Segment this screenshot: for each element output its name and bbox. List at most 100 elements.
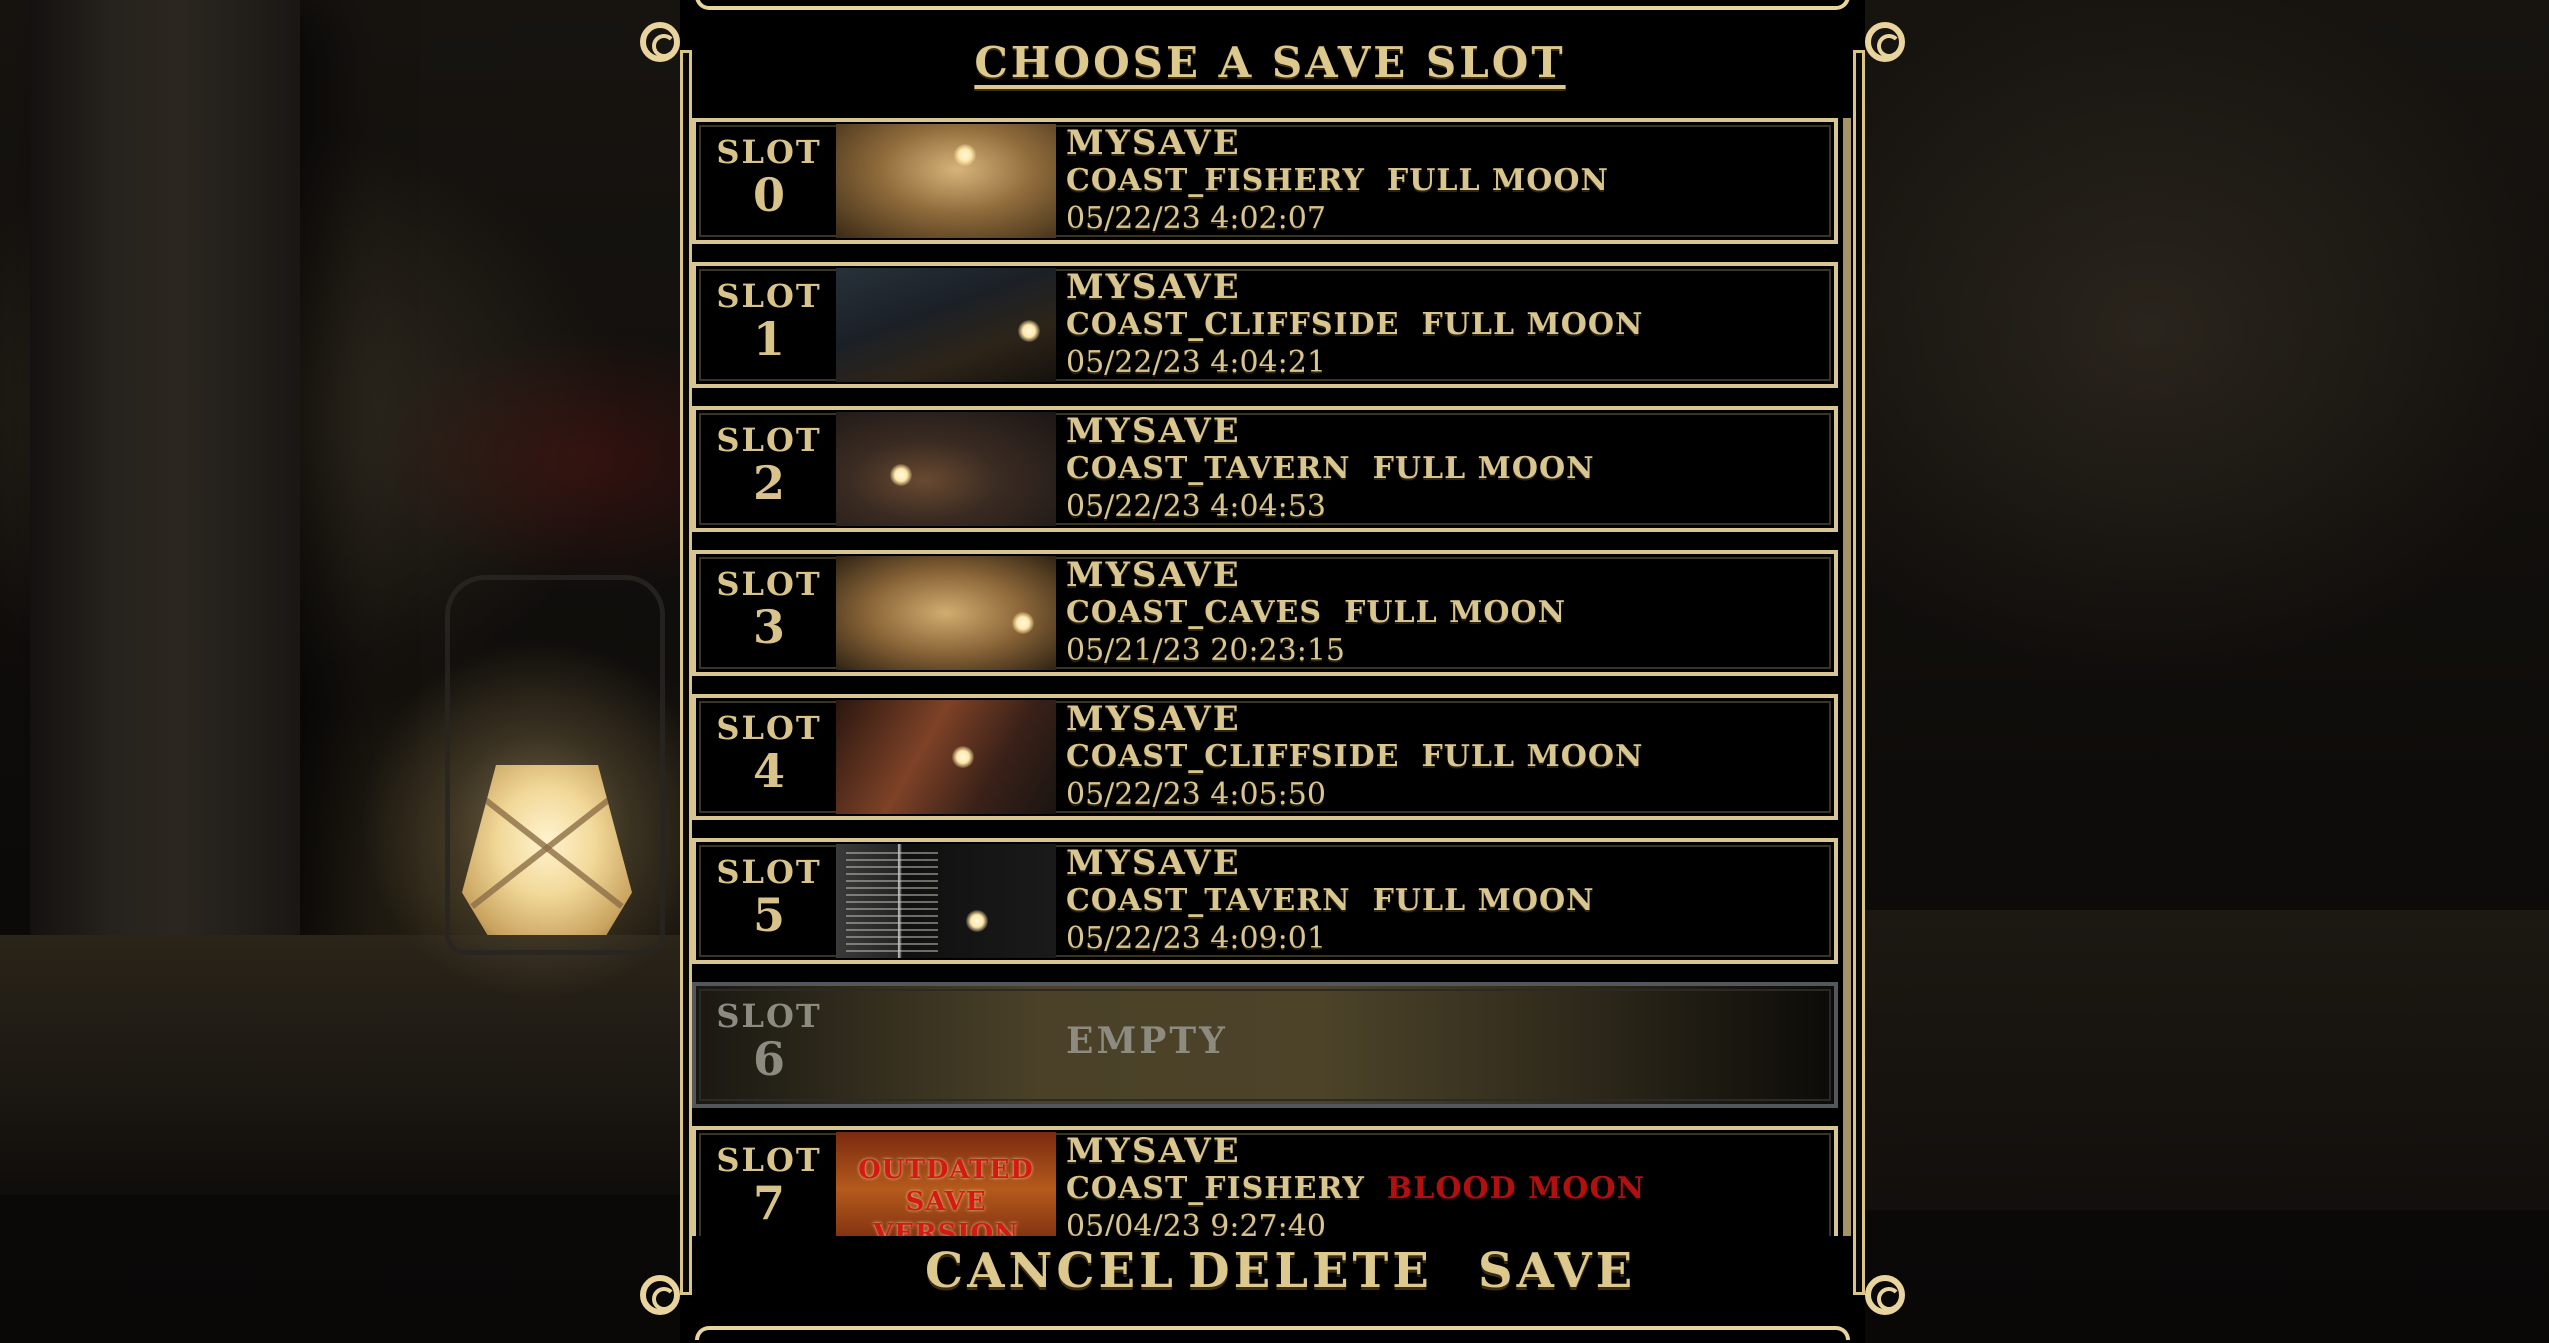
outdated-save-label: OUTDATED SAVE VERSION: [858, 1155, 1034, 1236]
moon-phase: FULL MOON: [1372, 883, 1595, 918]
panel-left-border: [680, 50, 692, 1295]
save-slot-3[interactable]: SLOT 3 MYSAVE COAST_CAVES FULL MOON 05/21…: [692, 550, 1838, 676]
wooden-shelf: [1850, 910, 2549, 1210]
moon-phase: BLOOD MOON: [1386, 1171, 1645, 1206]
slot-label: SLOT 3: [710, 566, 828, 652]
slot-number: 0: [752, 168, 785, 222]
moon-phase: FULL MOON: [1386, 163, 1609, 198]
save-info: MYSAVE COAST_CLIFFSIDE FULL MOON 05/22/23…: [1066, 700, 1806, 814]
save-thumbnail: [836, 268, 1056, 382]
slot-word: SLOT: [716, 277, 822, 315]
panel-top-rail: [695, 0, 1850, 10]
save-location: COAST_FISHERY: [1066, 163, 1365, 198]
save-info: MYSAVE COAST_FISHERY FULL MOON 05/22/23 4…: [1066, 124, 1806, 238]
lamp-light-icon: [952, 746, 974, 768]
moon-phase: FULL MOON: [1344, 595, 1567, 630]
moon-phase: FULL MOON: [1421, 739, 1644, 774]
lamp-light-icon: [1012, 612, 1034, 634]
save-info: MYSAVE COAST_FISHERY BLOOD MOON 05/04/23 …: [1066, 1132, 1806, 1236]
slot-number: 2: [752, 456, 785, 510]
wooden-beam: [30, 0, 300, 960]
save-slot-panel: CHOOSE A SAVE SLOT SLOT 0 MYSAVE COAST_F…: [640, 0, 1905, 1343]
save-slot-2[interactable]: SLOT 2 MYSAVE COAST_TAVERN FULL MOON 05/2…: [692, 406, 1838, 532]
slot-label: SLOT 0: [710, 134, 828, 220]
save-thumbnail: OUTDATED SAVE VERSION: [836, 1132, 1056, 1236]
save-name: MYSAVE: [1066, 267, 1241, 307]
save-location: COAST_CLIFFSIDE: [1066, 739, 1400, 774]
slot-number: 5: [752, 888, 785, 942]
save-name: MYSAVE: [1066, 843, 1241, 883]
save-date: 05/22/23 4:04:21: [1066, 345, 1326, 380]
lamp-light-icon: [1018, 320, 1040, 342]
save-info: MYSAVE COAST_CLIFFSIDE FULL MOON 05/22/23…: [1066, 268, 1806, 382]
save-button[interactable]: SAVE: [1478, 1243, 1636, 1299]
save-thumbnail: [836, 844, 1056, 958]
save-slot-1[interactable]: SLOT 1 MYSAVE COAST_CLIFFSIDE FULL MOON 0…: [692, 262, 1838, 388]
save-thumbnail: [836, 412, 1056, 526]
slot-word: SLOT: [716, 853, 822, 891]
save-info: MYSAVE COAST_TAVERN FULL MOON 05/22/23 4:…: [1066, 412, 1806, 526]
page-title: CHOOSE A SAVE SLOT: [974, 38, 1566, 87]
save-slot-6[interactable]: SLOT 6 EMPTY: [692, 982, 1838, 1108]
save-slot-5[interactable]: SLOT 5 MYSAVE COAST_TAVERN FULL MOON 05/2…: [692, 838, 1838, 964]
slot-label: SLOT 4: [710, 710, 828, 796]
slot-number: 1: [752, 312, 785, 366]
slot-number: 6: [752, 1032, 785, 1086]
slot-word: SLOT: [716, 565, 822, 603]
slot-word: SLOT: [716, 709, 822, 747]
panel-right-border: [1853, 50, 1865, 1295]
panel-bottom-rail: [695, 1326, 1850, 1340]
save-location: COAST_TAVERN: [1066, 451, 1351, 486]
slot-label: SLOT 7: [710, 1142, 828, 1228]
slot-label: SLOT 5: [710, 854, 828, 940]
console-text: [846, 852, 938, 952]
slot-label: SLOT 2: [710, 422, 828, 508]
scroll-ornament-icon: [640, 22, 680, 62]
save-name: MYSAVE: [1066, 411, 1241, 451]
lamp-light-icon: [966, 910, 988, 932]
save-name: MYSAVE: [1066, 123, 1241, 163]
save-slot-0[interactable]: SLOT 0 MYSAVE COAST_FISHERY FULL MOON 05/…: [692, 118, 1838, 244]
save-info: MYSAVE COAST_CAVES FULL MOON 05/21/23 20:…: [1066, 556, 1806, 670]
save-slot-7[interactable]: SLOT 7 OUTDATED SAVE VERSION MYSAVE COAS…: [692, 1126, 1838, 1236]
scroll-ornament-icon: [640, 1275, 680, 1315]
save-slot-4[interactable]: SLOT 4 MYSAVE COAST_CLIFFSIDE FULL MOON 0…: [692, 694, 1838, 820]
save-date: 05/22/23 4:09:01: [1066, 921, 1326, 956]
save-location: COAST_CLIFFSIDE: [1066, 307, 1400, 342]
slot-label: SLOT 1: [710, 278, 828, 364]
save-location: COAST_CAVES: [1066, 595, 1323, 630]
save-date: 05/22/23 4:02:07: [1066, 201, 1326, 236]
delete-button[interactable]: DELETE: [1188, 1243, 1433, 1299]
slot-word: SLOT: [716, 997, 822, 1035]
slot-number: 7: [752, 1176, 785, 1230]
slot-number: 3: [752, 600, 785, 654]
lamp-light-icon: [890, 464, 912, 486]
save-name: MYSAVE: [1066, 699, 1241, 739]
empty-slot-label: EMPTY: [1066, 1020, 1228, 1062]
moon-phase: FULL MOON: [1421, 307, 1644, 342]
slot-label: SLOT 6: [710, 998, 828, 1084]
save-location: COAST_FISHERY: [1066, 1171, 1365, 1206]
save-name: MYSAVE: [1066, 1131, 1241, 1171]
save-date: 05/22/23 4:05:50: [1066, 777, 1326, 812]
save-thumbnail: [836, 556, 1056, 670]
slot-word: SLOT: [716, 1141, 822, 1179]
save-location: COAST_TAVERN: [1066, 883, 1351, 918]
save-info: MYSAVE COAST_TAVERN FULL MOON 05/22/23 4:…: [1066, 844, 1806, 958]
save-name: MYSAVE: [1066, 555, 1241, 595]
lamp-light-icon: [954, 144, 976, 166]
scroll-ornament-icon: [1865, 1275, 1905, 1315]
slot-word: SLOT: [716, 133, 822, 171]
cancel-button[interactable]: CANCEL: [925, 1243, 1177, 1299]
save-date: 05/21/23 20:23:15: [1066, 633, 1346, 668]
save-date: 05/22/23 4:04:53: [1066, 489, 1326, 524]
save-slot-list[interactable]: SLOT 0 MYSAVE COAST_FISHERY FULL MOON 05/…: [692, 118, 1852, 1236]
slot-number: 4: [752, 744, 785, 798]
save-thumbnail: [836, 124, 1056, 238]
save-thumbnail: [836, 700, 1056, 814]
scroll-ornament-icon: [1865, 22, 1905, 62]
slot-word: SLOT: [716, 421, 822, 459]
scrollbar[interactable]: [1843, 118, 1851, 1236]
moon-phase: FULL MOON: [1372, 451, 1595, 486]
save-date: 05/04/23 9:27:40: [1066, 1209, 1326, 1236]
